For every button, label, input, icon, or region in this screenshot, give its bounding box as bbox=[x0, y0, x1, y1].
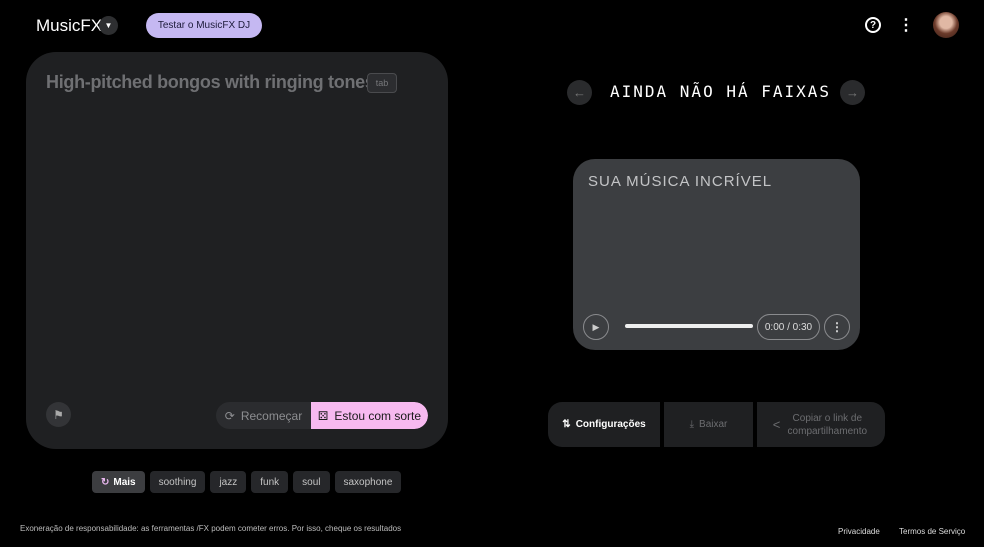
time-display: 0:00 / 0:30 bbox=[757, 314, 820, 340]
player-more-icon[interactable]: ⋮ bbox=[824, 314, 850, 340]
sliders-icon: ⇅ bbox=[562, 419, 571, 430]
prompt-actions: ⟳ Recomeçar ⚄ Estou com sorte bbox=[216, 402, 428, 429]
chip-soothing[interactable]: soothing bbox=[149, 471, 206, 493]
player-title: SUA MÚSICA INCRÍVEL bbox=[588, 173, 773, 190]
suggestion-chips: ↻ Mais soothing jazz funk soul saxophone bbox=[92, 471, 402, 493]
download-icon: ⤓ bbox=[689, 419, 695, 430]
download-button[interactable]: ⤓ Baixar bbox=[664, 402, 753, 447]
download-label: Baixar bbox=[699, 419, 728, 430]
lucky-button[interactable]: ⚄ Estou com sorte bbox=[311, 402, 428, 429]
play-icon[interactable]: ▶ bbox=[583, 314, 609, 340]
more-menu-icon[interactable]: ⋮ bbox=[898, 15, 914, 35]
restart-label: Recomeçar bbox=[240, 408, 303, 423]
more-label: Mais bbox=[113, 476, 136, 488]
chip-jazz[interactable]: jazz bbox=[210, 471, 247, 493]
app-switcher-chevron-down-icon[interactable]: ▼ bbox=[99, 16, 118, 35]
share-label: Copiar o link de compartilhamento bbox=[787, 412, 868, 437]
flag-icon[interactable]: ⚑ bbox=[46, 402, 71, 427]
chip-funk[interactable]: funk bbox=[251, 471, 289, 493]
share-button[interactable]: < Copiar o link de compartilhamento bbox=[757, 402, 885, 447]
help-icon[interactable]: ? bbox=[865, 17, 881, 33]
share-icon: < bbox=[772, 417, 781, 432]
tab-hint-badge: tab bbox=[367, 73, 397, 93]
dice-icon: ⚄ bbox=[317, 408, 329, 423]
restart-button[interactable]: ⟳ Recomeçar bbox=[216, 402, 311, 429]
progress-bar[interactable] bbox=[625, 324, 753, 328]
refresh-icon: ↻ bbox=[101, 476, 110, 488]
prompt-input[interactable]: High-pitched bongos with ringing tones bbox=[46, 72, 375, 93]
terms-link[interactable]: Termos de Serviço bbox=[899, 527, 965, 536]
chip-saxophone[interactable]: saxophone bbox=[334, 471, 402, 493]
privacy-link[interactable]: Privacidade bbox=[838, 527, 880, 536]
app-logo[interactable]: MusicFX bbox=[36, 16, 102, 36]
settings-button[interactable]: ⇅ Configurações bbox=[548, 402, 660, 447]
disclaimer: Exoneração de responsabilidade: as ferra… bbox=[20, 524, 402, 533]
avatar[interactable] bbox=[933, 12, 959, 38]
chip-soul[interactable]: soul bbox=[293, 471, 330, 493]
lucky-label: Estou com sorte bbox=[334, 408, 422, 423]
try-dj-button[interactable]: Testar o MusicFX DJ bbox=[146, 13, 262, 38]
previous-arrow-icon[interactable]: ← bbox=[567, 80, 592, 105]
more-chips-button[interactable]: ↻ Mais bbox=[92, 471, 145, 493]
settings-label: Configurações bbox=[575, 419, 646, 430]
next-arrow-icon[interactable]: → bbox=[840, 80, 865, 105]
restart-icon: ⟳ bbox=[224, 408, 235, 423]
tracks-title: AINDA NÃO HÁ FAIXAS bbox=[610, 82, 832, 101]
prompt-card bbox=[26, 52, 448, 449]
